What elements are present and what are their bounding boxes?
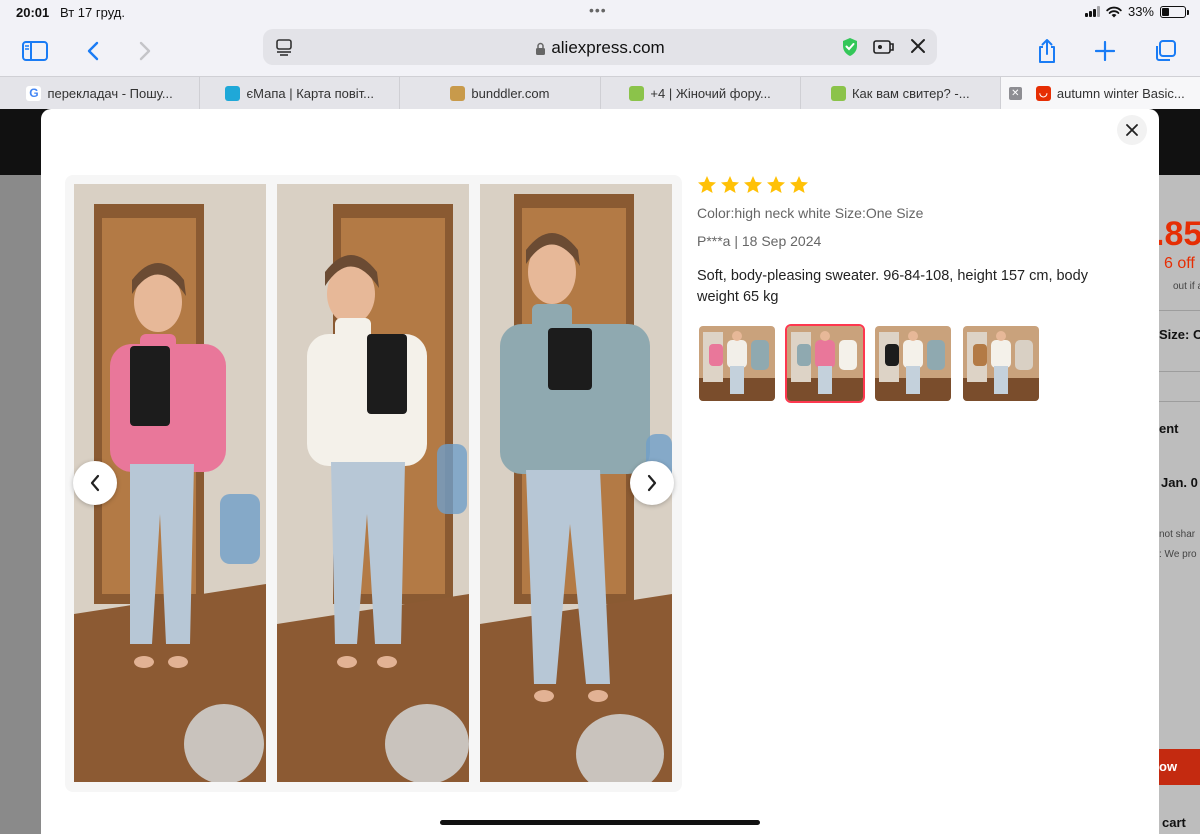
battery-percent: 33%: [1127, 4, 1154, 19]
extension-icon[interactable]: [873, 38, 895, 61]
close-icon[interactable]: [909, 37, 927, 60]
buy-now-button-fragment: ow: [1159, 749, 1200, 785]
note-fragment: not shar: [1159, 529, 1196, 540]
url-display[interactable]: aliexpress.com: [263, 38, 937, 58]
box-icon: [450, 85, 466, 101]
star-icon: [790, 176, 808, 193]
tab-forum-1[interactable]: +4 | Жіночий фору...: [601, 77, 801, 109]
forward-icon[interactable]: [128, 34, 162, 68]
browser-toolbar: aliexpress.com: [0, 26, 1200, 76]
status-time: 20:01: [16, 5, 50, 20]
discount-fragment: 6 off: [1164, 255, 1195, 272]
tab-label: Как вам свитер? -...: [851, 85, 970, 101]
rating-stars: [697, 175, 1117, 195]
modal-close-button[interactable]: [1117, 115, 1147, 145]
tabs-overview-icon[interactable]: [1148, 34, 1182, 68]
tab-google-translate[interactable]: G перекладач - Пошу...: [0, 77, 201, 109]
tab-close-icon[interactable]: ✕: [1008, 86, 1022, 100]
size-fragment: Size: O: [1159, 327, 1200, 342]
delivery-date-fragment: Jan. 0: [1161, 475, 1198, 490]
new-tab-icon[interactable]: [1088, 34, 1122, 68]
tab-label: autumn winter Basic...: [1056, 85, 1185, 101]
previous-photo-button[interactable]: [73, 461, 117, 505]
tab-label: перекладач - Пошу...: [47, 85, 173, 101]
note-fragment-2: : We pro: [1159, 549, 1197, 560]
review-thumbnail[interactable]: [785, 324, 865, 403]
chevron-left-icon: [90, 474, 100, 492]
url-bar[interactable]: aliexpress.com: [263, 29, 937, 65]
tab-aliexpress[interactable]: ✕ ◡ autumn winter Basic...: [1000, 77, 1200, 109]
review-author-date: P***a | 18 Sep 2024: [697, 233, 822, 249]
shipping-heading-fragment: ent: [1159, 421, 1179, 436]
forum-icon: [830, 85, 846, 101]
tab-label: +4 | Жіночий фору...: [650, 85, 771, 101]
tab-forum-2[interactable]: Как вам свитер? -...: [801, 77, 1001, 109]
star-icon: [721, 176, 739, 193]
battery-fill: [1162, 7, 1170, 16]
star-icon: [698, 176, 716, 193]
forum-icon: [629, 85, 645, 101]
review-thumbnail[interactable]: [697, 324, 777, 403]
multitasking-dots-icon[interactable]: •••: [589, 2, 607, 18]
status-date: Вт 17 груд.: [60, 5, 125, 20]
divider: [1159, 371, 1200, 372]
aliexpress-icon: ◡: [1035, 85, 1051, 101]
product-panel-fragment: .85 6 off out if app Size: O ent Jan. 0 …: [1159, 175, 1200, 834]
star-icon: [767, 176, 785, 193]
emapa-icon: [225, 85, 241, 101]
back-icon[interactable]: [76, 34, 110, 68]
url-text: aliexpress.com: [551, 38, 665, 57]
divider: [1159, 401, 1200, 402]
review-photo[interactable]: [277, 184, 469, 782]
lock-icon: [536, 42, 546, 55]
tab-bunddler[interactable]: bunddler.com: [400, 77, 601, 109]
checkout-note-fragment: out if app: [1173, 281, 1200, 292]
close-icon: [1126, 124, 1138, 136]
sidebar-toggle-icon[interactable]: [18, 34, 52, 68]
home-indicator[interactable]: [440, 820, 760, 825]
battery-icon: [1160, 5, 1189, 18]
review-thumbnails: [697, 324, 1117, 403]
review-thumbnail[interactable]: [873, 324, 953, 403]
shield-icon[interactable]: [841, 37, 859, 62]
review-photo-modal: Color:high neck white Size:One Size P***…: [41, 109, 1159, 834]
divider: [1159, 310, 1200, 311]
add-to-cart-fragment: cart: [1162, 815, 1186, 830]
next-photo-button[interactable]: [630, 461, 674, 505]
google-icon: G: [26, 85, 42, 101]
review-photo-gallery: [65, 175, 682, 792]
cellular-signal-icon: [1084, 6, 1100, 17]
status-bar: 20:01 Вт 17 груд. ••• 33%: [0, 0, 1200, 26]
review-thumbnail[interactable]: [961, 324, 1041, 403]
status-indicators: 33%: [1084, 4, 1189, 19]
tab-bar: G перекладач - Пошу... єМапа | Карта пов…: [0, 76, 1200, 109]
review-text: Soft, body-pleasing sweater. 96-84-108, …: [697, 268, 1088, 305]
share-icon[interactable]: [1030, 34, 1064, 68]
review-details: Color:high neck white Size:One Size P***…: [697, 175, 1117, 403]
price-fragment: .85: [1159, 215, 1200, 253]
tab-emapa[interactable]: єМапа | Карта повіт...: [200, 77, 401, 109]
tab-label: єМапа | Карта повіт...: [246, 85, 375, 101]
tab-label: bunddler.com: [471, 85, 550, 101]
wifi-icon: [1106, 6, 1122, 17]
review-sku-info: Color:high neck white Size:One Size: [697, 205, 924, 221]
chevron-right-icon: [647, 474, 657, 492]
star-icon: [744, 176, 762, 193]
